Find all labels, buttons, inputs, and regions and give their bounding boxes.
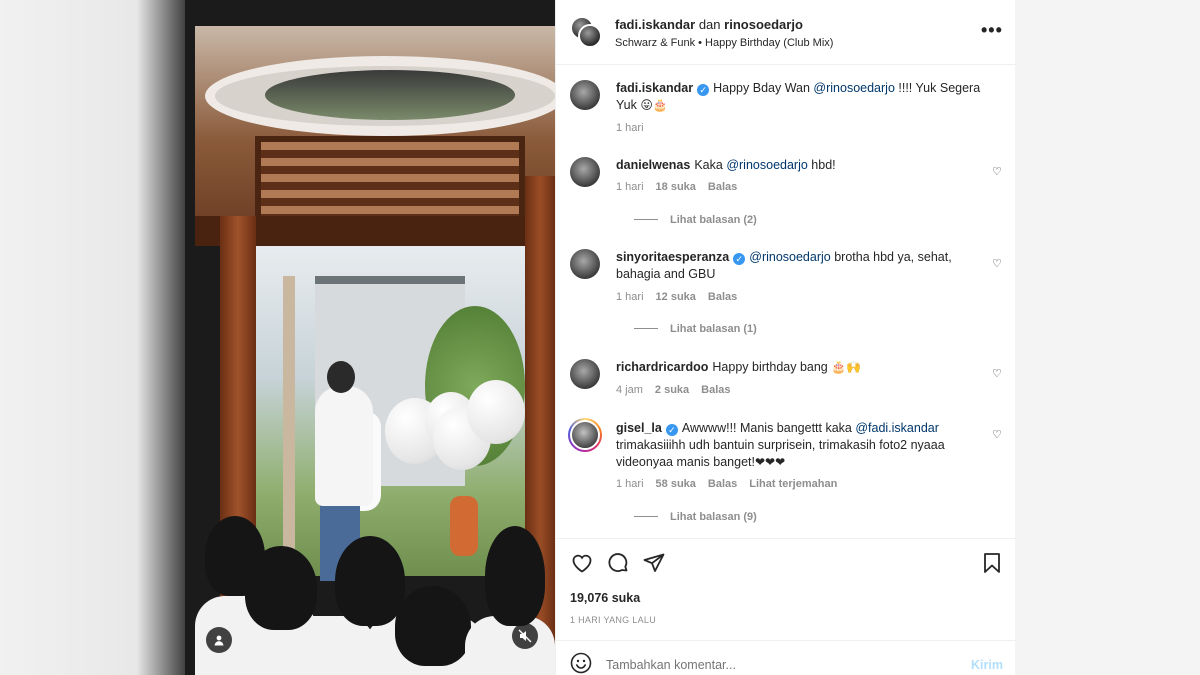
- comment-composer: Kirim: [556, 640, 1016, 675]
- caption-emoji: 😛🎂: [640, 98, 668, 112]
- username-link[interactable]: fadi.iskandar: [616, 81, 693, 95]
- mute-icon[interactable]: [512, 623, 538, 649]
- post-header: fadi.iskandar dan rinosoedarjo Schwarz &…: [556, 0, 1016, 65]
- comment-text: richardricardoo Happy birthday bang 🎂🙌: [616, 359, 986, 376]
- likes-count[interactable]: 18 suka: [656, 181, 696, 193]
- comment-icon[interactable]: [606, 551, 630, 575]
- post-timestamp: 1 HARI YANG LALU: [570, 615, 656, 625]
- balloon: [467, 380, 525, 444]
- divider: [634, 328, 658, 329]
- likes-count[interactable]: 2 suka: [655, 384, 689, 396]
- avatar[interactable]: [570, 359, 600, 389]
- ceiling-opening: [265, 70, 515, 120]
- divider: [634, 219, 658, 220]
- heart-icon[interactable]: [570, 551, 594, 575]
- heart-icon[interactable]: ♡: [992, 428, 1002, 441]
- comment-meta: 4 jam 2 suka Balas: [616, 384, 743, 396]
- view-replies-label: Lihat balasan (2): [670, 214, 757, 226]
- more-dots-icon[interactable]: •••: [981, 20, 1003, 41]
- collab-usernames: fadi.iskandar dan rinosoedarjo: [615, 17, 803, 32]
- post-media-video[interactable]: [185, 0, 555, 675]
- comment-meta: 1 hari 58 suka Balas Lihat terjemahan: [616, 478, 849, 490]
- comment-text-part: hbd!: [811, 158, 836, 172]
- verified-icon: ✓: [665, 424, 678, 436]
- timestamp: 4 jam: [616, 384, 643, 396]
- heart-icon[interactable]: ♡: [992, 367, 1002, 380]
- comment-text-part: Awwww!!! Manis bangettt kaka: [681, 421, 852, 435]
- audio-track-link[interactable]: Schwarz & Funk • Happy Birthday (Club Mi…: [615, 37, 833, 49]
- verified-icon: ✓: [733, 253, 746, 265]
- mention-link[interactable]: @fadi.iskandar: [855, 421, 939, 435]
- comment-input[interactable]: [606, 658, 946, 672]
- comment-text-part: Happy birthday bang: [712, 360, 828, 374]
- post-details-panel: fadi.iskandar dan rinosoedarjo Schwarz &…: [555, 0, 1016, 675]
- reply-button[interactable]: Balas: [708, 181, 737, 193]
- view-replies-label: Lihat balasan (1): [670, 323, 757, 335]
- wood-louver: [255, 136, 525, 226]
- bookmark-icon[interactable]: [980, 551, 1004, 575]
- avatar[interactable]: [570, 80, 600, 110]
- comment-emoji: 🎂🙌: [831, 360, 862, 374]
- comment-text: gisel_la ✓ Awwww!!! Manis bangettt kaka @f…: [616, 420, 986, 471]
- verified-icon: ✓: [697, 84, 710, 96]
- avatar-story-ring[interactable]: [568, 418, 602, 452]
- view-replies-button[interactable]: Lihat balasan (2): [634, 214, 757, 226]
- username-link[interactable]: richardricardoo: [616, 360, 708, 374]
- timestamp: 1 hari: [616, 291, 644, 303]
- heart-icon[interactable]: ♡: [992, 257, 1002, 270]
- timestamp: 1 hari: [616, 181, 644, 193]
- avatar[interactable]: [570, 249, 600, 279]
- post-actions: 19,076 suka 1 HARI YANG LALU: [556, 538, 1016, 638]
- avatar: [578, 24, 602, 48]
- username-link[interactable]: sinyoritaesperanza: [616, 250, 729, 264]
- post-comment-button[interactable]: Kirim: [971, 658, 1003, 672]
- view-replies-label: Lihat balasan (9): [670, 511, 757, 523]
- send-icon[interactable]: [642, 551, 666, 575]
- person-head: [327, 361, 355, 393]
- comment-emoji: ❤❤❤: [754, 455, 786, 469]
- conjunction: dan: [698, 17, 721, 32]
- view-replies-button[interactable]: Lihat balasan (9): [634, 511, 757, 523]
- caption-meta: 1 hari: [616, 122, 656, 134]
- username-link[interactable]: danielwenas: [616, 158, 690, 172]
- comment-text: danielwenas Kaka @rinosoedarjo hbd!: [616, 157, 986, 174]
- avatar[interactable]: [570, 157, 600, 187]
- comment-text-part: Kaka: [694, 158, 723, 172]
- timestamp: 1 hari: [616, 122, 644, 134]
- reply-button[interactable]: Balas: [708, 478, 737, 490]
- username-link[interactable]: gisel_la: [616, 421, 662, 435]
- reply-button[interactable]: Balas: [708, 291, 737, 303]
- comment-meta: 1 hari 12 suka Balas: [616, 291, 749, 303]
- likes-count[interactable]: 12 suka: [656, 291, 696, 303]
- mention-link[interactable]: @rinosoedarjo: [726, 158, 807, 172]
- right-backdrop: [1015, 0, 1200, 675]
- mention-link[interactable]: @rinosoedarjo: [813, 81, 894, 95]
- timestamp: 1 hari: [616, 478, 644, 490]
- left-backdrop: [0, 0, 195, 675]
- comment-meta: 1 hari 18 suka Balas: [616, 181, 749, 193]
- view-replies-button[interactable]: Lihat balasan (1): [634, 323, 757, 335]
- caption-text-part: Happy Bday Wan: [713, 81, 810, 95]
- see-translation-button[interactable]: Lihat terjemahan: [749, 478, 837, 490]
- person-white-shirt: [315, 386, 373, 506]
- crowd: [195, 506, 555, 675]
- heart-icon[interactable]: ♡: [992, 165, 1002, 178]
- divider: [634, 516, 658, 517]
- username-link[interactable]: fadi.iskandar: [615, 17, 695, 32]
- reply-button[interactable]: Balas: [701, 384, 730, 396]
- caption-text: fadi.iskandar ✓ Happy Bday Wan @rinosoedar…: [616, 80, 986, 114]
- comment-text: sinyoritaesperanza ✓ @rinosoedarjo brotha …: [616, 249, 986, 283]
- likes-count[interactable]: 19,076 suka: [570, 591, 640, 605]
- username-link[interactable]: rinosoedarjo: [724, 17, 803, 32]
- collab-avatars[interactable]: [570, 16, 602, 48]
- avatar: [570, 420, 600, 450]
- video-frame: [195, 26, 555, 675]
- likes-count[interactable]: 58 suka: [656, 478, 696, 490]
- emoji-icon[interactable]: [570, 652, 592, 674]
- mention-link[interactable]: @rinosoedarjo: [749, 250, 830, 264]
- user-tag-icon[interactable]: [206, 627, 232, 653]
